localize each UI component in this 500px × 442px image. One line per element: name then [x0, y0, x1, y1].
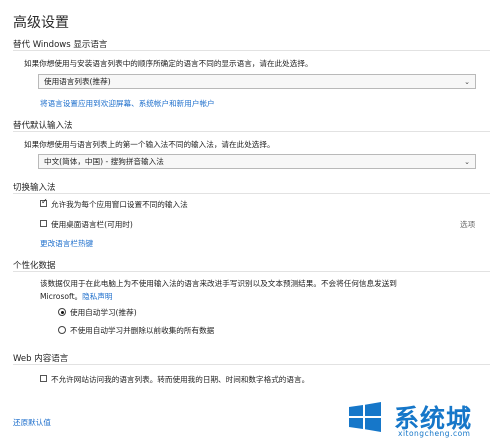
divider — [13, 50, 490, 51]
divider — [13, 193, 490, 194]
display-language-select[interactable]: 使用语言列表(推荐) ⌄ — [38, 74, 476, 89]
auto-learning-radio[interactable] — [58, 308, 66, 316]
microsoft-text: Microsoft。 — [40, 292, 83, 301]
watermark-url: xitongcheng.com — [398, 429, 471, 438]
per-app-input-checkbox[interactable] — [40, 197, 48, 207]
personalization-description: 该数据仅用于在此电脑上为不使用输入法的语言来改进手写识别以及文本预测结果。不会将… — [40, 279, 397, 288]
divider — [13, 131, 490, 132]
web-language-checkbox[interactable] — [40, 375, 47, 382]
privacy-statement-link[interactable]: 隐私声明 — [82, 292, 112, 301]
page-title: 高级设置 — [13, 15, 69, 31]
display-language-selected: 使用语言列表(推荐) — [44, 77, 111, 86]
web-language-heading: Web 内容语言 — [13, 354, 69, 364]
change-hotkeys-link[interactable]: 更改语言栏热键 — [40, 238, 93, 249]
default-input-selected: 中文(简体，中国) - 搜狗拼音输入法 — [44, 157, 164, 166]
auto-learning-label: 使用自动学习(推荐) — [70, 308, 137, 317]
desktop-language-bar-label: 使用桌面语言栏(可用时) — [51, 220, 133, 229]
personalization-description-line2: Microsoft。隐私声明 — [40, 291, 113, 302]
display-language-description: 如果你想使用与安装语言列表中的顺序所确定的语言不同的显示语言，请在此处选择。 — [24, 59, 313, 68]
chevron-down-icon: ⌄ — [464, 158, 470, 166]
web-language-label: 不允许网站访问我的语言列表。转而使用我的日期、时间和数字格式的语言。 — [51, 375, 310, 384]
chevron-down-icon: ⌄ — [464, 78, 470, 86]
no-auto-learning-label: 不使用自动学习并删除以前收集的所有数据 — [70, 326, 215, 335]
apply-language-settings-link[interactable]: 将语言设置应用到欢迎屏幕、系统帐户和新用户帐户 — [40, 98, 215, 109]
windows-logo-icon — [349, 402, 381, 432]
divider — [13, 271, 490, 272]
restore-defaults-link[interactable]: 还原默认值 — [13, 417, 51, 428]
desktop-language-bar-checkbox[interactable] — [40, 220, 47, 227]
no-auto-learning-radio[interactable] — [58, 326, 66, 334]
options-link[interactable]: 选项 — [460, 219, 475, 230]
per-app-input-label: 允许我为每个应用窗口设置不同的输入法 — [51, 200, 188, 209]
default-input-description: 如果你想使用与语言列表上的第一个输入法不同的输入法，请在此处选择。 — [24, 140, 275, 149]
switch-input-heading: 切换输入法 — [13, 183, 56, 193]
personalization-heading: 个性化数据 — [13, 261, 56, 271]
divider — [13, 364, 490, 365]
default-input-select[interactable]: 中文(简体，中国) - 搜狗拼音输入法 ⌄ — [38, 154, 476, 169]
default-input-heading: 替代默认输入法 — [13, 121, 73, 131]
display-language-heading: 替代 Windows 显示语言 — [13, 40, 108, 50]
